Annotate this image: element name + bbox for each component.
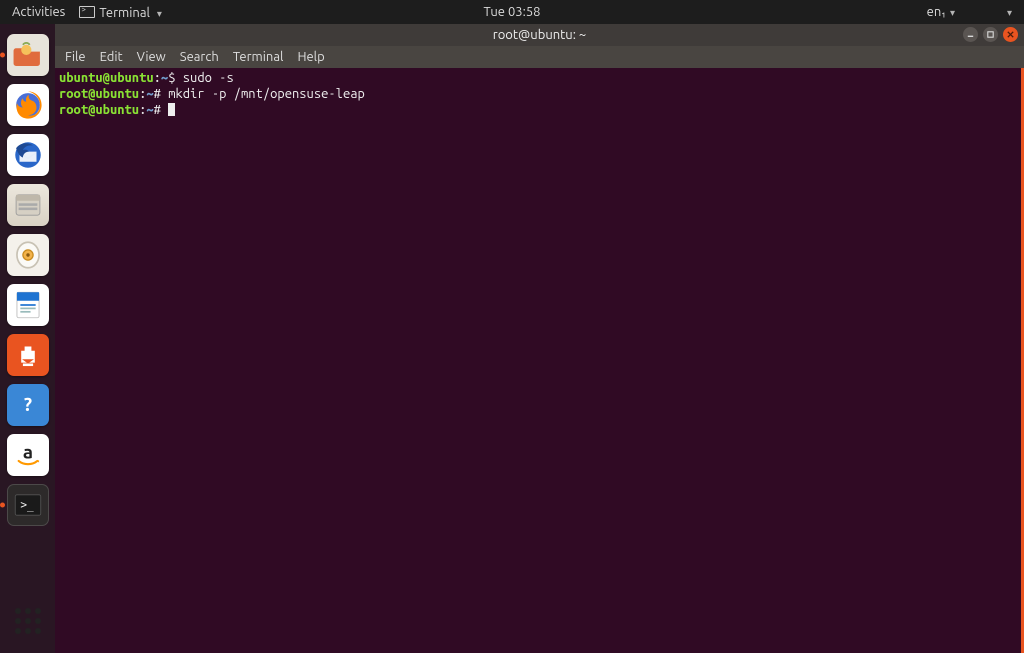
dock-software[interactable]	[7, 334, 49, 376]
system-menu-dropdown[interactable]	[1003, 5, 1012, 19]
dock: ? a >_	[0, 24, 55, 653]
menu-terminal[interactable]: Terminal	[233, 50, 284, 64]
terminal-output[interactable]: ubuntu@ubuntu:~$ sudo -sroot@ubuntu:~# m…	[55, 68, 1024, 653]
terminal-window: root@ubuntu: ~ File Edit View Search Ter…	[55, 24, 1024, 653]
svg-text:a: a	[22, 441, 32, 462]
clock[interactable]: Tue 03:58	[484, 5, 541, 19]
window-maximize-button[interactable]	[983, 27, 998, 42]
menu-edit[interactable]: Edit	[100, 50, 123, 64]
menu-search[interactable]: Search	[180, 50, 219, 64]
window-close-button[interactable]	[1003, 27, 1018, 42]
dock-thunderbird[interactable]	[7, 134, 49, 176]
input-source[interactable]: en₁	[927, 5, 955, 19]
dock-firefox[interactable]	[7, 84, 49, 126]
dock-amazon[interactable]: a	[7, 434, 49, 476]
dock-terminal[interactable]: >_	[7, 484, 49, 526]
svg-text:>_: >_	[20, 498, 34, 511]
window-menubar: File Edit View Search Terminal Help	[55, 46, 1024, 68]
dock-help[interactable]: ?	[7, 384, 49, 426]
dock-rhythmbox[interactable]	[7, 234, 49, 276]
show-applications-button[interactable]	[12, 605, 44, 637]
window-titlebar[interactable]: root@ubuntu: ~	[55, 24, 1024, 46]
menu-file[interactable]: File	[65, 50, 86, 64]
app-menu-label: Terminal	[99, 6, 150, 20]
app-menu[interactable]: Terminal	[79, 5, 162, 20]
svg-text:?: ?	[23, 394, 31, 415]
terminal-icon	[79, 6, 95, 18]
menu-help[interactable]: Help	[297, 50, 324, 64]
dock-files[interactable]	[7, 34, 49, 76]
dock-writer[interactable]	[7, 284, 49, 326]
terminal-line: ubuntu@ubuntu:~$ sudo -s	[59, 70, 1017, 86]
window-title: root@ubuntu: ~	[493, 28, 586, 42]
dock-nautilus[interactable]	[7, 184, 49, 226]
terminal-line: root@ubuntu:~# mkdir -p /mnt/opensuse-le…	[59, 86, 1017, 102]
menu-view[interactable]: View	[137, 50, 166, 64]
cursor	[168, 103, 175, 116]
top-panel: Activities Terminal Tue 03:58 en₁	[0, 0, 1024, 24]
activities-button[interactable]: Activities	[12, 5, 65, 19]
window-minimize-button[interactable]	[963, 27, 978, 42]
terminal-line: root@ubuntu:~#	[59, 102, 1017, 118]
